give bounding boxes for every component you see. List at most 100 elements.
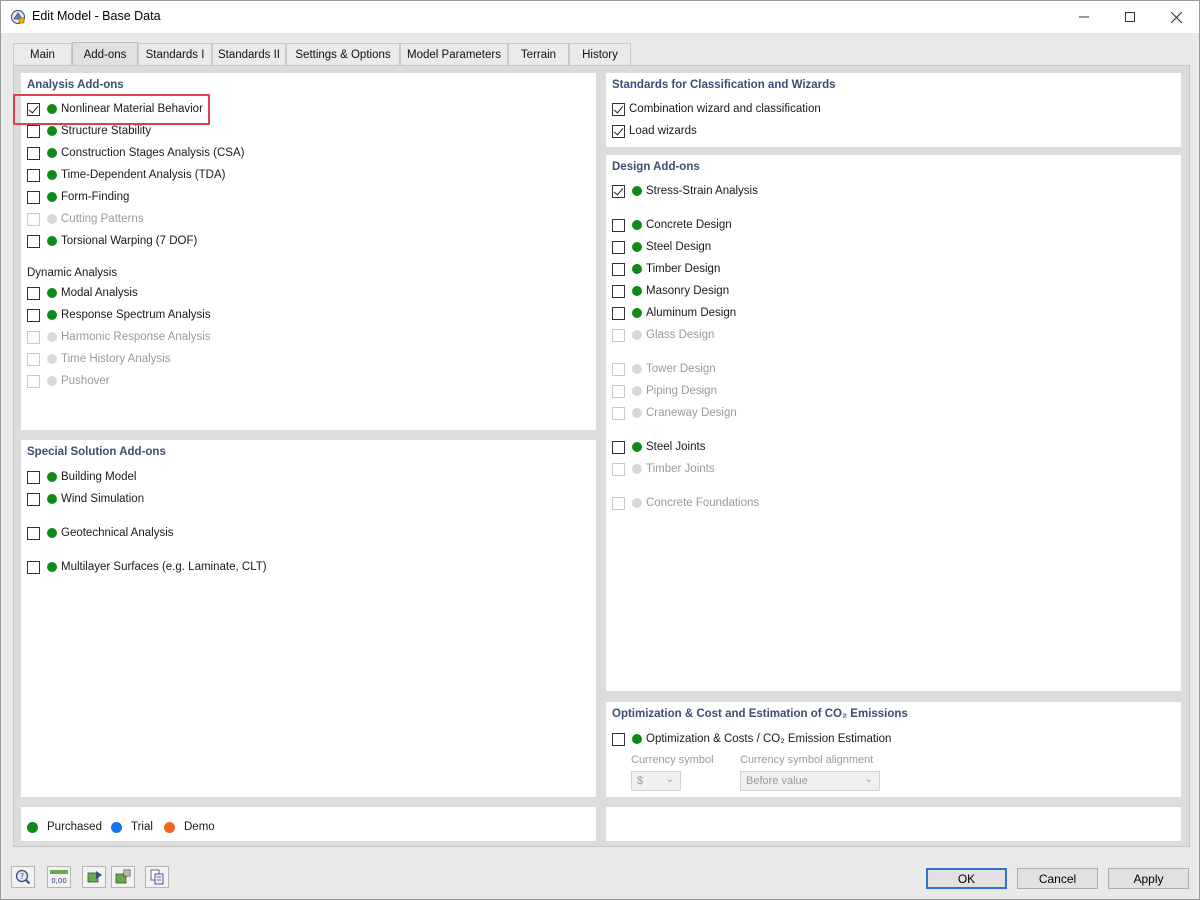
addon-form-finding[interactable]: Form-Finding	[27, 189, 129, 205]
checkbox[interactable]	[612, 262, 625, 276]
addon-concrete-design[interactable]: Concrete Design	[612, 217, 732, 233]
checkbox[interactable]	[27, 234, 40, 248]
addon-torsional-warping[interactable]: Torsional Warping (7 DOF)	[27, 233, 197, 249]
tab-model-parameters[interactable]: Model Parameters	[400, 43, 508, 65]
help-icon: ?	[15, 869, 31, 885]
close-button[interactable]	[1153, 1, 1199, 33]
addon-label: Aluminum Design	[646, 307, 737, 319]
analysis-add-ons-panel: Analysis Add-ons Nonlinear Material Beha…	[21, 73, 596, 430]
checkbox[interactable]	[612, 218, 625, 232]
model-import-icon	[87, 871, 102, 883]
addon-steel-joints[interactable]: Steel Joints	[612, 439, 705, 455]
currency-alignment-select: Before value ⌄	[740, 771, 880, 791]
copy-report-icon	[150, 869, 164, 885]
addon-modal-analysis[interactable]: Modal Analysis	[27, 285, 138, 301]
apply-button[interactable]: Apply	[1108, 868, 1189, 889]
addon-wind-simulation[interactable]: Wind Simulation	[27, 491, 144, 507]
tab-settings-options[interactable]: Settings & Options	[286, 43, 400, 65]
checkbox[interactable]	[612, 102, 625, 116]
checkbox[interactable]	[27, 470, 40, 484]
combination-wizard-option[interactable]: Combination wizard and classification	[612, 101, 821, 117]
checkbox[interactable]	[27, 560, 40, 574]
legend-demo: Demo	[164, 821, 215, 833]
unavailable-status-dot	[632, 386, 642, 396]
tab-main[interactable]: Main	[13, 43, 72, 65]
tab-add-ons[interactable]: Add-ons	[72, 42, 138, 66]
checkbox[interactable]	[27, 124, 40, 138]
addon-response-spectrum-analysis[interactable]: Response Spectrum Analysis	[27, 307, 211, 323]
maximize-button[interactable]	[1107, 1, 1153, 33]
checkbox	[27, 352, 40, 366]
checkbox	[612, 496, 625, 510]
addon-time-dependent-analysis[interactable]: Time-Dependent Analysis (TDA)	[27, 167, 225, 183]
checkbox[interactable]	[612, 732, 625, 746]
checkbox[interactable]	[612, 124, 625, 138]
addon-stress-strain-analysis[interactable]: Stress-Strain Analysis	[612, 183, 758, 199]
addon-building-model[interactable]: Building Model	[27, 469, 136, 485]
help-button[interactable]: ?	[11, 866, 35, 888]
ok-button[interactable]: OK	[926, 868, 1007, 889]
checkbox[interactable]	[612, 284, 625, 298]
model-settings-button[interactable]	[111, 866, 135, 888]
units-button[interactable]: 0,00	[47, 866, 71, 888]
model-import-button[interactable]	[82, 866, 106, 888]
addon-multilayer-surfaces[interactable]: Multilayer Surfaces (e.g. Laminate, CLT)	[27, 559, 267, 575]
addon-tower-design: Tower Design	[612, 361, 716, 377]
edit-model-dialog: Edit Model - Base Data Main Add-ons Stan…	[0, 0, 1200, 900]
addon-label: Torsional Warping (7 DOF)	[61, 235, 198, 247]
unavailable-status-dot	[47, 354, 57, 364]
checkbox[interactable]	[27, 286, 40, 300]
addon-structure-stability[interactable]: Structure Stability	[27, 123, 151, 139]
addon-label: Steel Joints	[646, 441, 706, 453]
analysis-add-ons-title: Analysis Add-ons	[27, 79, 124, 91]
checkbox[interactable]	[612, 306, 625, 320]
unavailable-status-dot	[47, 214, 57, 224]
tab-standards-ii[interactable]: Standards II	[212, 43, 286, 65]
addon-optimization-costs[interactable]: Optimization & Costs / CO₂ Emission Esti…	[612, 731, 891, 747]
tab-history[interactable]: History	[569, 43, 631, 65]
addon-geotechnical-analysis[interactable]: Geotechnical Analysis	[27, 525, 174, 541]
tab-standards-i[interactable]: Standards I	[138, 43, 212, 65]
purchased-status-dot	[632, 220, 642, 230]
checkbox[interactable]	[612, 440, 625, 454]
legend-purchased: Purchased	[27, 821, 102, 833]
tab-terrain[interactable]: Terrain	[508, 43, 569, 65]
purchased-status-dot	[632, 286, 642, 296]
addon-construction-stages-analysis[interactable]: Construction Stages Analysis (CSA)	[27, 145, 244, 161]
purchased-status-dot	[47, 472, 57, 482]
purchased-dot	[27, 821, 38, 833]
special-solution-title: Special Solution Add-ons	[27, 446, 166, 458]
checkbox[interactable]	[27, 190, 40, 204]
close-icon	[1170, 11, 1182, 23]
license-legend: Purchased Trial Demo	[21, 807, 596, 841]
addon-timber-design[interactable]: Timber Design	[612, 261, 720, 277]
load-wizards-option[interactable]: Load wizards	[612, 123, 697, 139]
addon-steel-design[interactable]: Steel Design	[612, 239, 711, 255]
purchased-status-dot	[632, 242, 642, 252]
checkbox[interactable]	[612, 240, 625, 254]
checkbox[interactable]	[27, 146, 40, 160]
design-add-ons-panel: Design Add-ons Stress-Strain Analysis Co…	[606, 155, 1181, 691]
addon-label: Steel Design	[646, 241, 712, 253]
addon-time-history-analysis: Time History Analysis	[27, 351, 171, 367]
maximize-icon	[1125, 12, 1135, 22]
cancel-button[interactable]: Cancel	[1017, 868, 1098, 889]
addon-label: Glass Design	[646, 329, 715, 341]
addon-label: Piping Design	[646, 385, 717, 397]
checkbox[interactable]	[27, 308, 40, 322]
addon-label: Time History Analysis	[61, 353, 171, 365]
checkbox[interactable]	[27, 526, 40, 540]
title-bar[interactable]: Edit Model - Base Data	[1, 1, 1199, 33]
copy-report-button[interactable]	[145, 866, 169, 888]
checkbox[interactable]	[27, 168, 40, 182]
addon-label: Building Model	[61, 471, 137, 483]
minimize-icon	[1079, 16, 1089, 18]
addon-aluminum-design[interactable]: Aluminum Design	[612, 305, 736, 321]
design-add-ons-title: Design Add-ons	[612, 161, 700, 173]
addon-masonry-design[interactable]: Masonry Design	[612, 283, 729, 299]
minimize-button[interactable]	[1061, 1, 1107, 33]
purchased-status-dot	[47, 528, 57, 538]
model-settings-icon	[115, 869, 131, 884]
checkbox[interactable]	[612, 184, 625, 198]
checkbox[interactable]	[27, 492, 40, 506]
